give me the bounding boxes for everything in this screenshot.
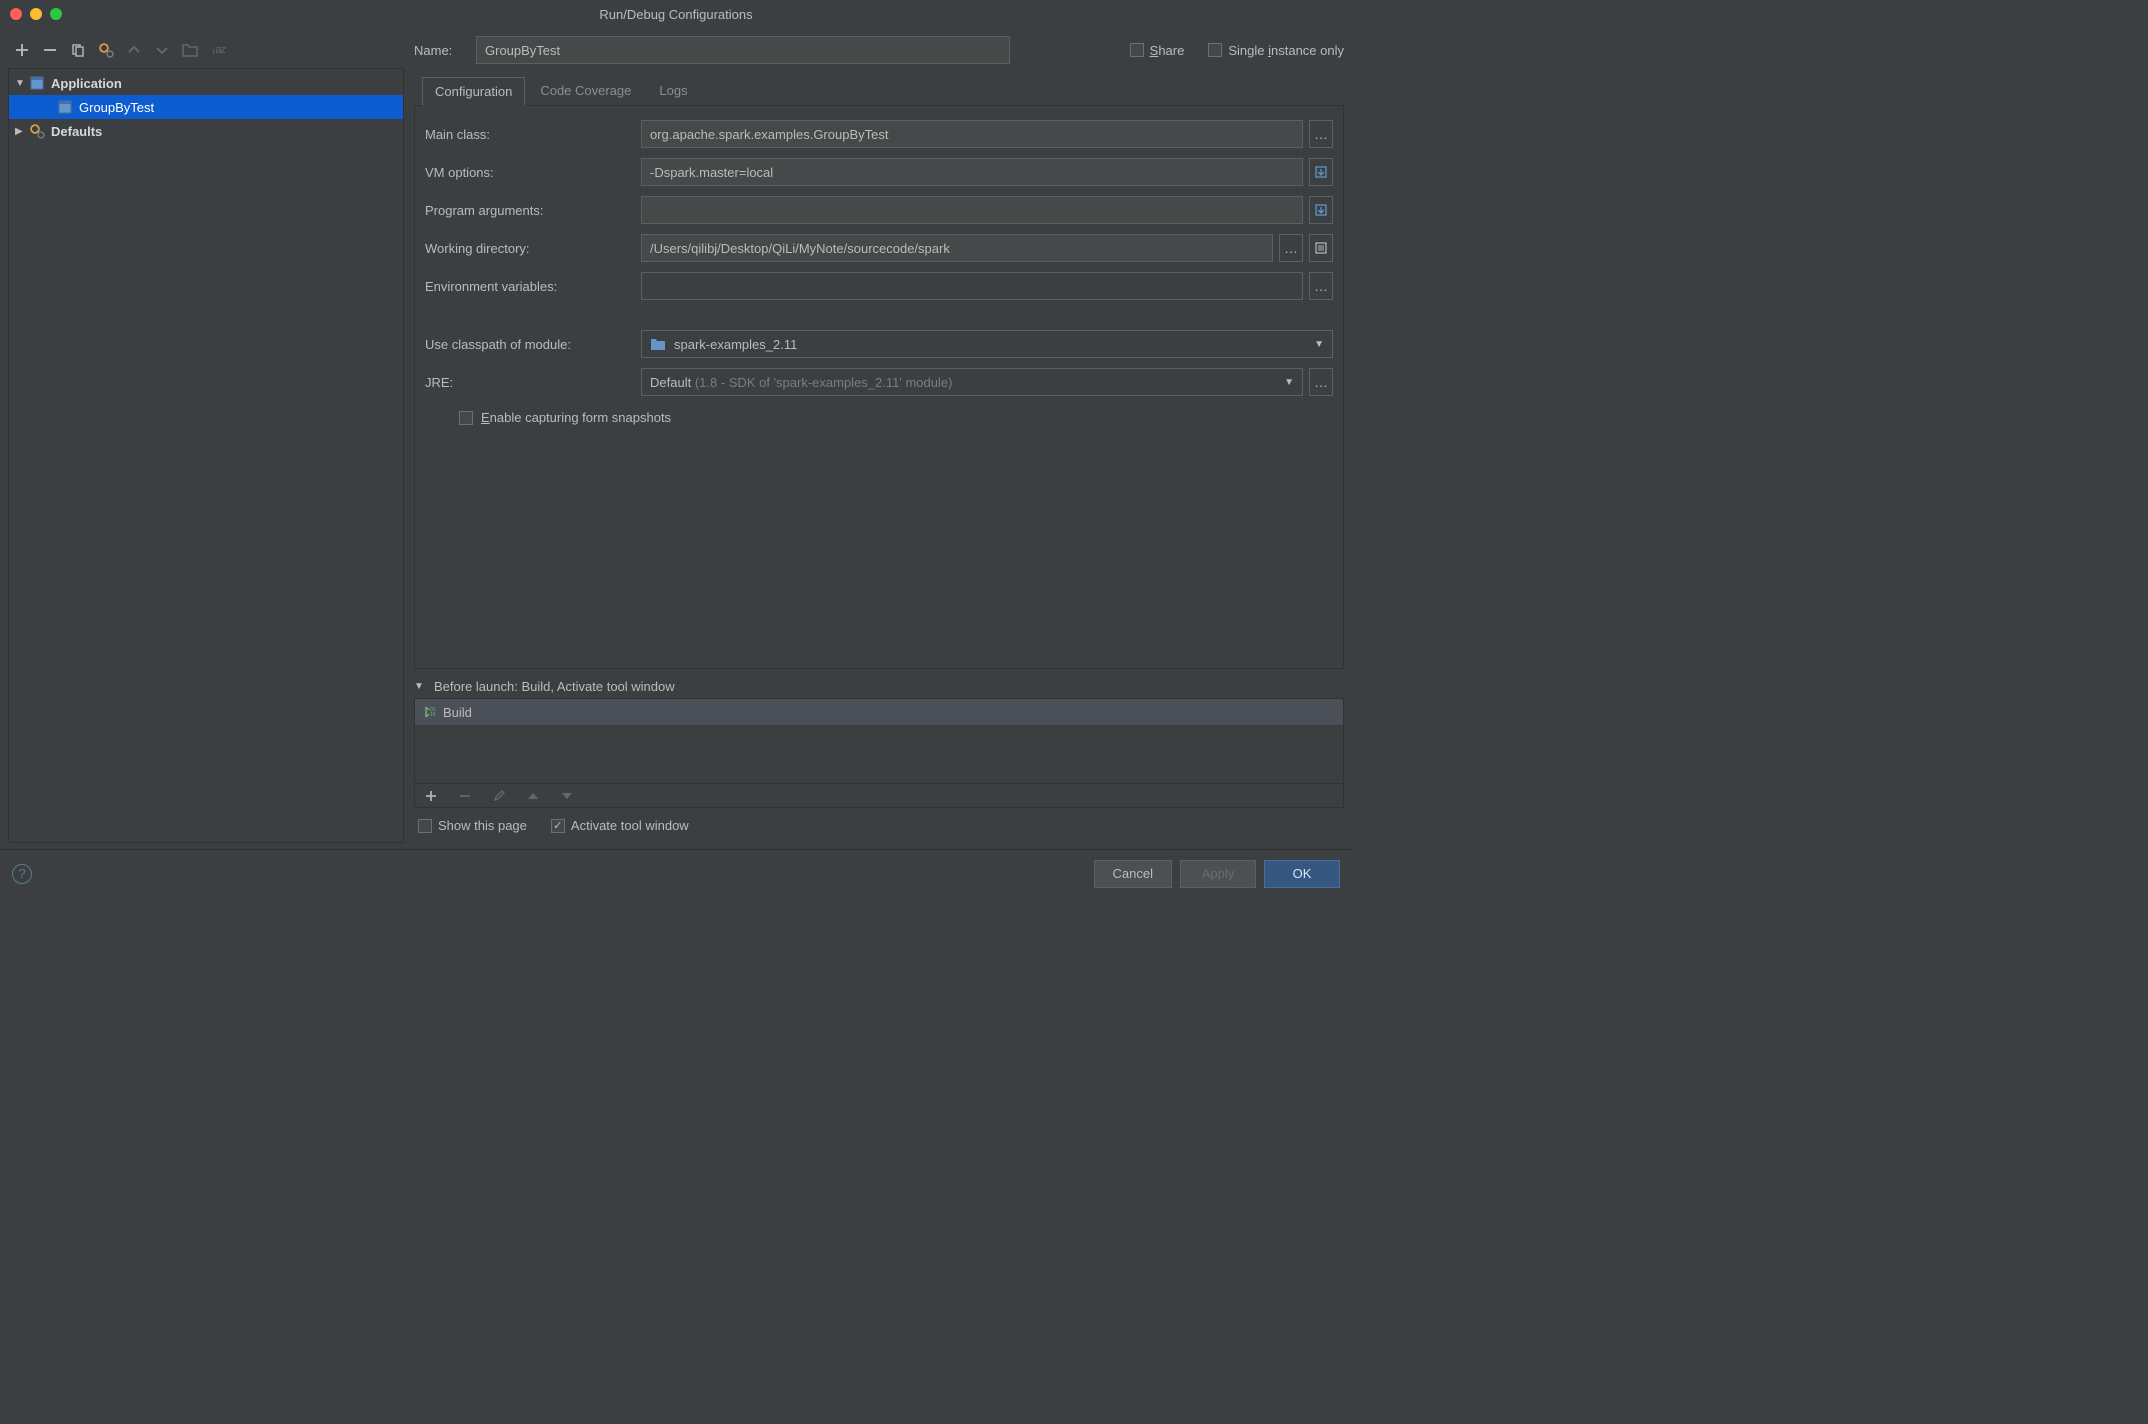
move-up-button[interactable]	[124, 40, 144, 60]
working-directory-input[interactable]	[641, 234, 1273, 262]
left-toolbar: ↓az	[8, 36, 404, 68]
svg-text:10: 10	[430, 712, 436, 718]
select-value: spark-examples_2.11	[674, 337, 797, 352]
list-item[interactable]: 0110 Build	[415, 699, 1343, 725]
right-panel: Name: Share Single instance only Configu…	[412, 36, 1344, 843]
edit-defaults-button[interactable]	[96, 40, 116, 60]
tree-node-application[interactable]: Application	[9, 71, 403, 95]
list-item-label: Build	[443, 705, 472, 720]
checkbox-label: Single instance only	[1228, 43, 1344, 58]
add-task-button[interactable]	[421, 786, 441, 806]
left-panel: ↓az Application GroupByTest	[8, 36, 404, 843]
tree-node-label: Application	[51, 76, 122, 91]
main-class-label: Main class:	[425, 127, 635, 142]
expand-program-arguments-button[interactable]	[1309, 196, 1333, 224]
configuration-tabpane: Main class: … VM options: Program argume…	[414, 106, 1344, 669]
application-icon	[29, 75, 45, 91]
working-directory-label: Working directory:	[425, 241, 635, 256]
single-instance-checkbox[interactable]: Single instance only	[1208, 43, 1344, 58]
run-config-icon	[57, 99, 73, 115]
enable-snapshots-checkbox[interactable]	[459, 411, 473, 425]
program-arguments-input[interactable]	[641, 196, 1303, 224]
tree-node-label: Defaults	[51, 124, 102, 139]
main-class-input[interactable]	[641, 120, 1303, 148]
help-button[interactable]: ?	[12, 864, 32, 884]
build-icon: 0110	[423, 705, 437, 719]
activate-tool-window-checkbox[interactable]: Activate tool window	[551, 818, 689, 833]
show-this-page-checkbox[interactable]: Show this page	[418, 818, 527, 833]
tab-code-coverage[interactable]: Code Coverage	[527, 76, 644, 105]
browse-jre-button[interactable]: …	[1309, 368, 1333, 396]
module-folder-icon	[650, 337, 666, 351]
configurations-tree[interactable]: Application GroupByTest Defaults	[8, 68, 404, 843]
tab-bar: Configuration Code Coverage Logs	[414, 76, 1344, 106]
vm-options-label: VM options:	[425, 165, 635, 180]
chevron-down-icon: ▼	[1284, 377, 1294, 388]
jre-label: JRE:	[425, 375, 635, 390]
environment-variables-label: Environment variables:	[425, 279, 635, 294]
checkbox-label: Share	[1150, 43, 1185, 58]
jre-select[interactable]: Default (1.8 - SDK of 'spark-examples_2.…	[641, 368, 1303, 396]
share-checkbox[interactable]: Share	[1130, 43, 1185, 58]
program-arguments-label: Program arguments:	[425, 203, 635, 218]
expand-arrow-icon[interactable]	[15, 78, 29, 89]
checkbox-label: Show this page	[438, 818, 527, 833]
checkbox-icon	[418, 819, 432, 833]
window-title: Run/Debug Configurations	[0, 7, 1352, 22]
name-label: Name:	[414, 43, 462, 58]
chevron-down-icon: ▼	[1314, 339, 1324, 350]
expand-arrow-icon[interactable]	[414, 681, 428, 692]
copy-configuration-button[interactable]	[68, 40, 88, 60]
vm-options-input[interactable]	[641, 158, 1303, 186]
name-input[interactable]	[476, 36, 1010, 64]
remove-task-button[interactable]	[455, 786, 475, 806]
insert-path-macro-button[interactable]	[1309, 234, 1333, 262]
titlebar: Run/Debug Configurations	[0, 0, 1352, 28]
edit-task-button[interactable]	[489, 786, 509, 806]
checkbox-icon	[551, 819, 565, 833]
expand-vm-options-button[interactable]	[1309, 158, 1333, 186]
checkbox-icon	[1130, 43, 1144, 57]
checkbox-label: Activate tool window	[571, 818, 689, 833]
classpath-module-select[interactable]: spark-examples_2.11 ▼	[641, 330, 1333, 358]
edit-environment-variables-button[interactable]: …	[1309, 272, 1333, 300]
before-launch-toolbar	[414, 784, 1344, 808]
move-down-button[interactable]	[152, 40, 172, 60]
before-launch-section: Before launch: Build, Activate tool wind…	[414, 675, 1344, 843]
environment-variables-input[interactable]	[641, 272, 1303, 300]
jre-detail: (1.8 - SDK of 'spark-examples_2.11' modu…	[695, 375, 953, 390]
folder-icon[interactable]	[180, 40, 200, 60]
enable-snapshots-label: Enable capturing form snapshots	[481, 410, 671, 425]
section-header-label: Before launch: Build, Activate tool wind…	[434, 679, 675, 694]
classpath-module-label: Use classpath of module:	[425, 337, 635, 352]
footer: ? Cancel Apply OK	[0, 849, 1352, 897]
remove-configuration-button[interactable]	[40, 40, 60, 60]
before-launch-list[interactable]: 0110 Build	[414, 698, 1344, 784]
collapse-arrow-icon[interactable]	[15, 126, 29, 137]
checkbox-icon	[1208, 43, 1222, 57]
task-move-down-button[interactable]	[557, 786, 577, 806]
tree-node-label: GroupByTest	[79, 100, 154, 115]
tab-logs[interactable]: Logs	[646, 76, 700, 105]
tree-node-groupbytest[interactable]: GroupByTest	[9, 95, 403, 119]
defaults-icon	[29, 123, 45, 139]
cancel-button[interactable]: Cancel	[1094, 860, 1172, 888]
browse-working-directory-button[interactable]: …	[1279, 234, 1303, 262]
sort-alpha-button[interactable]: ↓az	[208, 40, 228, 60]
apply-button[interactable]: Apply	[1180, 860, 1256, 888]
add-configuration-button[interactable]	[12, 40, 32, 60]
ok-button[interactable]: OK	[1264, 860, 1340, 888]
tree-node-defaults[interactable]: Defaults	[9, 119, 403, 143]
tab-configuration[interactable]: Configuration	[422, 77, 525, 106]
jre-main: Default	[650, 375, 695, 390]
browse-main-class-button[interactable]: …	[1309, 120, 1333, 148]
task-move-up-button[interactable]	[523, 786, 543, 806]
